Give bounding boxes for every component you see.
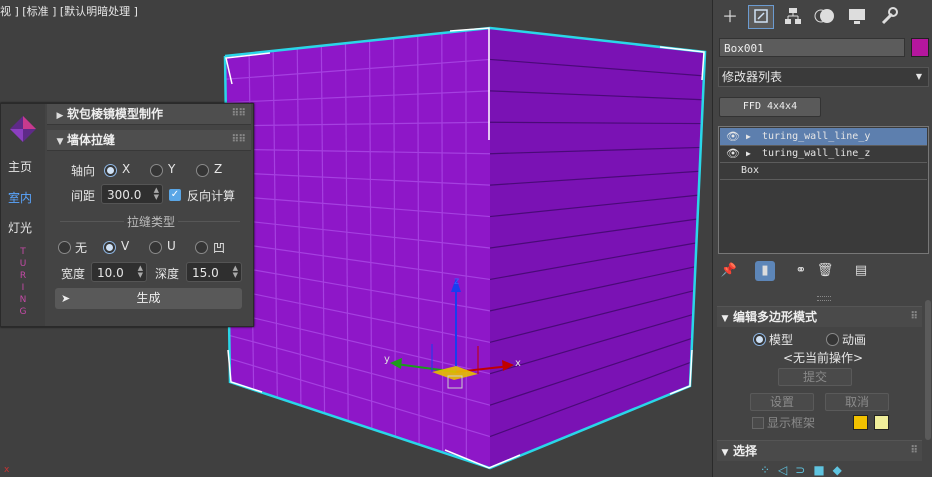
sidebar-item-light[interactable]: 灯光	[8, 219, 32, 236]
seam-radio-concave[interactable]	[195, 241, 208, 254]
display-icon[interactable]	[844, 5, 870, 29]
seam-option-v: V	[121, 239, 130, 253]
show-cage-checkbox[interactable]	[752, 417, 764, 429]
mode-anim-radio[interactable]	[826, 333, 839, 346]
spacing-spinner[interactable]: 300.0 ▲ ▼	[101, 184, 163, 204]
reverse-calc-label: 反向计算	[187, 189, 236, 203]
box-right-face[interactable]	[490, 28, 705, 468]
remove-modifier-icon[interactable]: 🗑	[815, 261, 835, 281]
cursor-icon: ➤	[61, 292, 71, 305]
sidebar-item-home[interactable]: 主页	[8, 158, 32, 175]
no-current-op-text: <无当前操作>	[783, 351, 864, 365]
eye-icon[interactable]: 👁	[726, 128, 740, 145]
object-name-field[interactable]: Box001	[719, 38, 905, 57]
show-end-result-icon[interactable]: ▮	[755, 261, 775, 281]
modifier-stack[interactable]: 👁 ▶ turing_wall_line_y 👁 ▶ turing_wall_l…	[718, 126, 929, 254]
drag-grip-icon[interactable]: ⠿⠿	[231, 104, 246, 124]
axis-label-z: z	[454, 276, 459, 287]
section-header-softpack[interactable]: ▶ 软包棱镜模型制作 ⠿⠿	[47, 104, 251, 125]
drag-grip-icon[interactable]: ⠿⠿	[231, 130, 246, 150]
axis-option-x: X	[122, 162, 131, 176]
make-unique-icon[interactable]: ⚭	[791, 261, 811, 281]
seam-option-concave: 凹	[213, 241, 226, 255]
stack-item[interactable]: 👁 ▶ turing_wall_line_y	[720, 128, 927, 146]
turing-logo-icon	[10, 116, 36, 142]
hierarchy-icon[interactable]	[780, 5, 806, 29]
collapse-arrow-icon: ▼	[721, 314, 729, 324]
plugin-sidebar: 主页 室内 灯光 T U R I N G	[1, 104, 45, 326]
rollout-edit-poly-header[interactable]: ▼ 编辑多边形模式 ⠿	[717, 306, 922, 327]
depth-spinner[interactable]: 15.0 ▲ ▼	[186, 262, 242, 282]
seam-radio-u[interactable]	[149, 241, 162, 254]
panel-splitter[interactable]	[817, 296, 831, 301]
subobject-level-icons[interactable]: ⁘◁⊃■◆	[760, 463, 880, 477]
world-axis-x: x	[4, 465, 10, 475]
mode-model-radio[interactable]	[753, 333, 766, 346]
sidebar-item-indoor[interactable]: 室内	[8, 189, 32, 206]
width-spinner[interactable]: 10.0 ▲ ▼	[91, 262, 147, 282]
expand-arrow-icon[interactable]: ▶	[746, 128, 751, 145]
section-header-wall-seam[interactable]: ▼ 墙体拉缝 ⠿⠿	[47, 130, 251, 151]
configure-sets-icon[interactable]: ▤	[851, 261, 871, 281]
motion-icon[interactable]	[812, 5, 838, 29]
axis-option-y: Y	[168, 162, 176, 176]
settings-button[interactable]: 设置	[750, 393, 814, 411]
stack-item[interactable]: Box	[720, 162, 927, 180]
modifier-list-dropdown[interactable]: 修改器列表 ▼	[718, 67, 929, 87]
seam-option-u: U	[167, 239, 176, 253]
width-label: 宽度	[61, 267, 86, 281]
axis-label-x: x	[515, 358, 521, 369]
seam-radio-none[interactable]	[58, 241, 71, 254]
axis-radio-x[interactable]	[104, 164, 117, 177]
expand-arrow-icon[interactable]: ▶	[746, 145, 751, 162]
axis-label: 轴向	[71, 164, 96, 178]
create-icon[interactable]: ＋	[717, 5, 743, 29]
collapse-arrow-icon: ▼	[56, 137, 64, 147]
object-color-swatch[interactable]	[911, 38, 929, 57]
drag-grip-icon[interactable]: ⠿	[910, 307, 918, 327]
seam-option-none: 无	[75, 241, 88, 255]
seam-type-label: 拉缝类型	[124, 213, 179, 230]
commit-button[interactable]: 提交	[778, 368, 852, 386]
chevron-down-icon: ▼	[915, 72, 922, 81]
modify-icon[interactable]	[748, 5, 774, 29]
rollout-selection-header[interactable]: ▼ 选择 ⠿	[717, 440, 922, 461]
eye-icon[interactable]: 👁	[726, 145, 740, 162]
viewport-label[interactable]: 视 ] [标准 ] [默认明暗处理 ]	[0, 3, 138, 19]
mode-model-label: 模型	[769, 333, 794, 347]
cage-color-swatch[interactable]	[853, 415, 868, 430]
drag-grip-icon[interactable]: ⠿	[910, 441, 918, 461]
ffd-4x4x4-button[interactable]: FFD 4x4x4	[719, 97, 821, 117]
depth-label: 深度	[155, 267, 180, 281]
turing-vertical-brand: T U R I N G	[19, 247, 27, 317]
cage-selected-color-swatch[interactable]	[874, 415, 889, 430]
axis-radio-z[interactable]	[196, 164, 209, 177]
pin-stack-icon[interactable]: 📌	[719, 261, 739, 281]
utilities-icon[interactable]	[876, 5, 902, 29]
stack-item[interactable]: 👁 ▶ turing_wall_line_z	[720, 145, 927, 163]
spinner-arrows-icon[interactable]: ▲ ▼	[233, 265, 238, 279]
panel-scrollbar[interactable]	[925, 300, 931, 440]
spacing-label: 间距	[71, 189, 96, 203]
spinner-arrows-icon[interactable]: ▲ ▼	[138, 265, 143, 279]
seam-radio-v[interactable]	[103, 241, 116, 254]
show-cage-label: 显示框架	[767, 416, 816, 430]
cancel-button[interactable]: 取消	[825, 393, 889, 411]
spinner-arrows-icon[interactable]: ▲ ▼	[154, 187, 159, 201]
axis-label-y: y	[384, 354, 390, 365]
generate-button[interactable]: ➤ 生成	[55, 288, 242, 309]
axis-option-z: Z	[214, 162, 223, 176]
expand-arrow-icon: ▶	[56, 111, 64, 121]
mode-anim-label: 动画	[842, 333, 867, 347]
collapse-arrow-icon: ▼	[721, 448, 729, 458]
axis-radio-y[interactable]	[150, 164, 163, 177]
reverse-calc-checkbox[interactable]: ✓	[169, 189, 181, 201]
